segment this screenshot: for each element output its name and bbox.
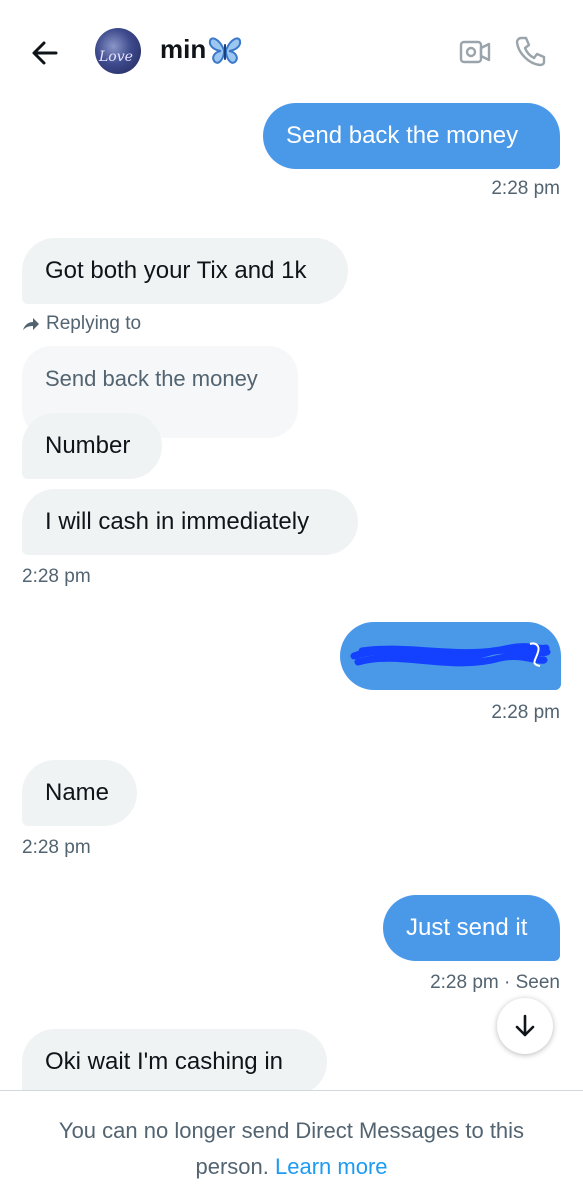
message-bubble-received[interactable]: I will cash in immediately [22, 489, 358, 555]
message-text: Send back the money [286, 122, 519, 149]
message-text: Oki wait I'm cashing in [45, 1048, 283, 1075]
conversation-header: Love min [0, 0, 583, 100]
message-bubble-received[interactable]: Got both your Tix and 1k [22, 238, 348, 304]
message-text: Just send it [406, 914, 528, 941]
redaction-scribble [350, 642, 551, 667]
message-bubble-received[interactable]: Number [22, 413, 162, 479]
message-timestamp: 2:28 pm [22, 566, 91, 587]
replying-to-text: Replying to [46, 313, 142, 334]
message-timestamp: 2:28 pm [491, 178, 560, 199]
back-button[interactable] [26, 34, 64, 72]
avatar-text: Love [99, 49, 133, 65]
scroll-to-bottom-button[interactable] [497, 998, 553, 1054]
video-call-icon[interactable] [458, 36, 492, 68]
dm-disabled-footer: You can no longer send Direct Messages t… [0, 1090, 583, 1200]
dm-disabled-notice: You can no longer send Direct Messages t… [30, 1113, 553, 1185]
message-text: Got both your Tix and 1k [45, 257, 307, 284]
learn-more-link[interactable]: Learn more [275, 1154, 388, 1179]
phone-icon[interactable] [514, 34, 548, 68]
butterfly-icon [208, 37, 242, 64]
message-text: I will cash in immediately [45, 508, 310, 535]
message-text: Name [45, 779, 110, 806]
message-timestamp: 2:28 pm [491, 702, 560, 723]
replying-to-label: Replying to [22, 313, 141, 335]
message-bubble-received[interactable]: Oki wait I'm cashing in [22, 1029, 327, 1095]
message-bubble-sent[interactable]: Send back the money [263, 103, 560, 169]
reply-arrow-icon [23, 318, 39, 330]
message-text: Number [45, 432, 131, 459]
arrow-left-icon [32, 41, 58, 65]
message-bubble-sent[interactable]: Just send it [383, 895, 560, 961]
arrow-down-icon [515, 1014, 535, 1037]
message-bubble-received[interactable]: Name [22, 760, 137, 826]
message-timestamp-seen: 2:28 pm · Seen [430, 972, 560, 993]
avatar[interactable]: Love [95, 28, 141, 74]
quoted-text: Send back the money [45, 366, 258, 391]
message-timestamp: 2:28 pm [22, 837, 91, 858]
contact-name[interactable]: min [160, 34, 206, 65]
